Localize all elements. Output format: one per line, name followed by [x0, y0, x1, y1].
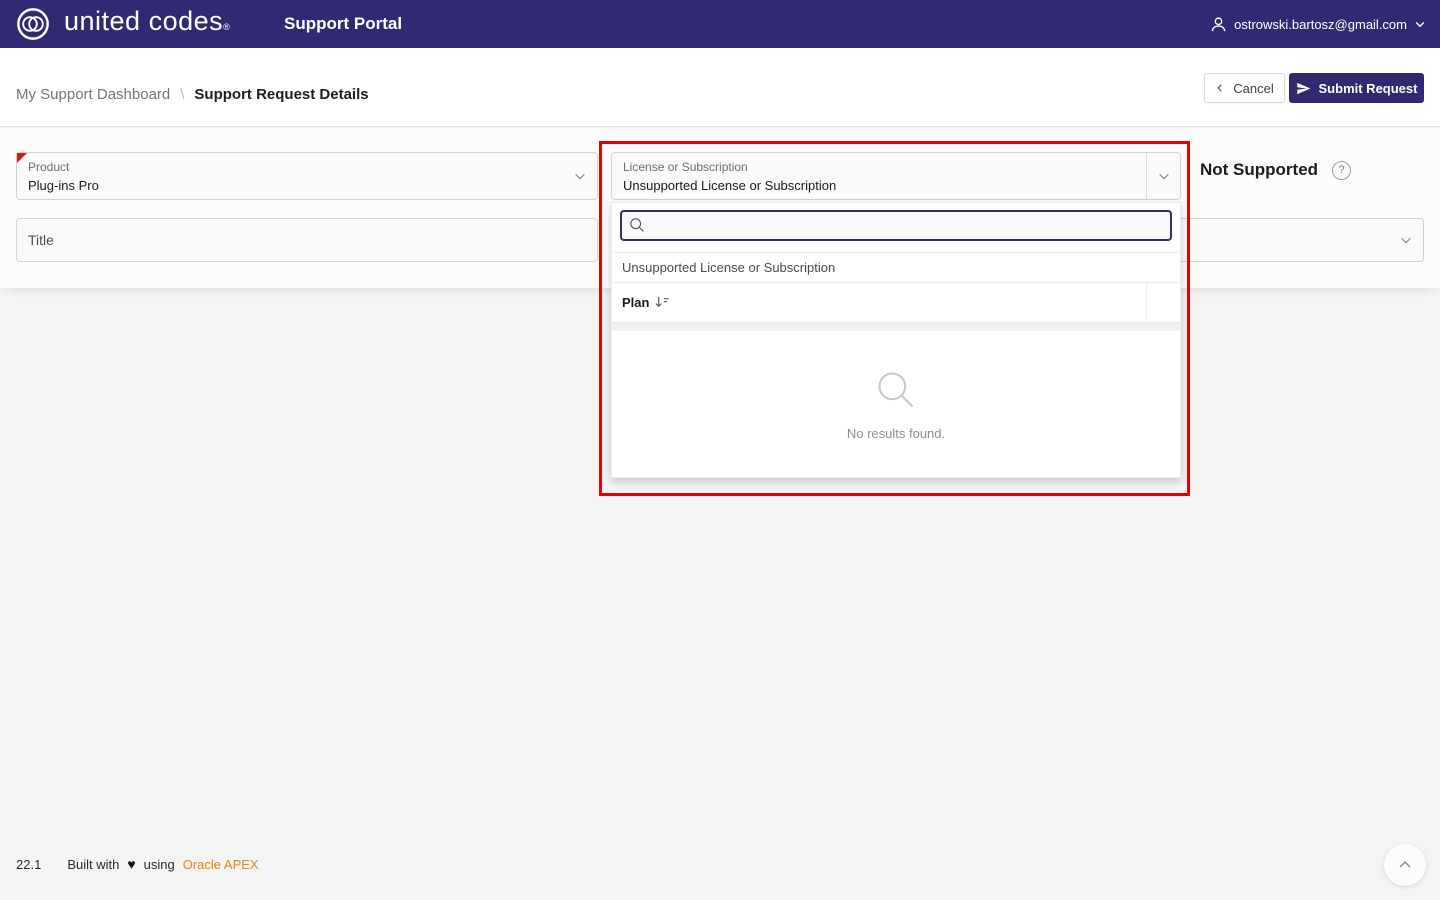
version-label: 22.1	[16, 857, 41, 872]
submit-button-label: Submit Request	[1319, 81, 1418, 96]
user-email: ostrowski.bartosz@gmail.com	[1234, 17, 1407, 32]
product-select[interactable]: Product Plug-ins Pro	[16, 152, 598, 200]
page-title: Support Request Details	[194, 86, 368, 103]
search-icon	[629, 217, 646, 234]
status-badge: Not Supported	[1200, 160, 1318, 180]
title-label: Title	[28, 232, 54, 248]
dropdown-results-area: No results found.	[612, 331, 1180, 477]
user-menu[interactable]: ostrowski.bartosz@gmail.com	[1210, 0, 1426, 48]
dropdown-search-box	[620, 210, 1172, 241]
chevron-down-icon	[1389, 219, 1423, 261]
grid-divider	[612, 322, 1180, 331]
chevron-left-icon	[1215, 83, 1225, 93]
plan-column-label: Plan	[622, 295, 649, 310]
oracle-apex-link[interactable]: Oracle APEX	[183, 857, 259, 872]
chevron-down-icon	[563, 153, 597, 199]
license-value: Unsupported License or Subscription	[623, 178, 836, 193]
app-title: Support Portal	[284, 14, 402, 34]
app-footer: 22.1 Built with ♥ using Oracle APEX	[16, 856, 259, 872]
product-value: Plug-ins Pro	[28, 178, 99, 193]
registered-mark: ®	[223, 22, 230, 32]
screen: united codes® Support Portal ostrowski.b…	[0, 0, 1440, 900]
heart-icon: ♥	[127, 856, 135, 872]
chevron-down-icon[interactable]	[1146, 153, 1180, 199]
scroll-to-top-button[interactable]	[1384, 844, 1426, 886]
no-results-search-icon	[874, 368, 918, 412]
license-label: License or Subscription	[623, 160, 748, 174]
support-status-row: Not Supported ?	[1200, 160, 1351, 180]
cancel-button[interactable]: Cancel	[1204, 73, 1285, 103]
breadcrumb-separator: \	[180, 86, 184, 103]
breadcrumb-dashboard-link[interactable]: My Support Dashboard	[16, 86, 170, 103]
license-dropdown-panel: Unsupported License or Subscription Plan…	[611, 202, 1181, 478]
plan-column-header[interactable]: Plan	[612, 282, 1180, 322]
united-codes-logo-icon[interactable]	[16, 7, 50, 41]
license-select[interactable]: License or Subscription Unsupported Lice…	[611, 152, 1181, 200]
grid-header-endcell	[1146, 283, 1180, 323]
submit-request-button[interactable]: Submit Request	[1289, 73, 1424, 103]
no-results-message: No results found.	[847, 426, 945, 441]
built-with-text: Built with	[67, 857, 119, 872]
using-text: using	[144, 857, 175, 872]
dropdown-option-unsupported[interactable]: Unsupported License or Subscription	[612, 252, 1180, 282]
dropdown-search-input[interactable]	[650, 212, 1165, 239]
app-header: united codes® Support Portal ostrowski.b…	[0, 0, 1440, 48]
breadcrumb: My Support Dashboard \ Support Request D…	[16, 86, 369, 103]
send-icon	[1296, 81, 1311, 96]
user-icon	[1210, 16, 1227, 33]
sort-descending-icon	[654, 295, 670, 310]
chevron-up-icon	[1397, 857, 1413, 873]
required-marker-icon	[17, 153, 27, 163]
help-icon[interactable]: ?	[1332, 161, 1351, 180]
product-label: Product	[28, 160, 69, 174]
title-input[interactable]: Title	[16, 218, 598, 262]
chevron-down-icon	[1414, 18, 1426, 30]
cancel-button-label: Cancel	[1233, 81, 1273, 96]
brand-name: united codes®	[64, 6, 230, 37]
